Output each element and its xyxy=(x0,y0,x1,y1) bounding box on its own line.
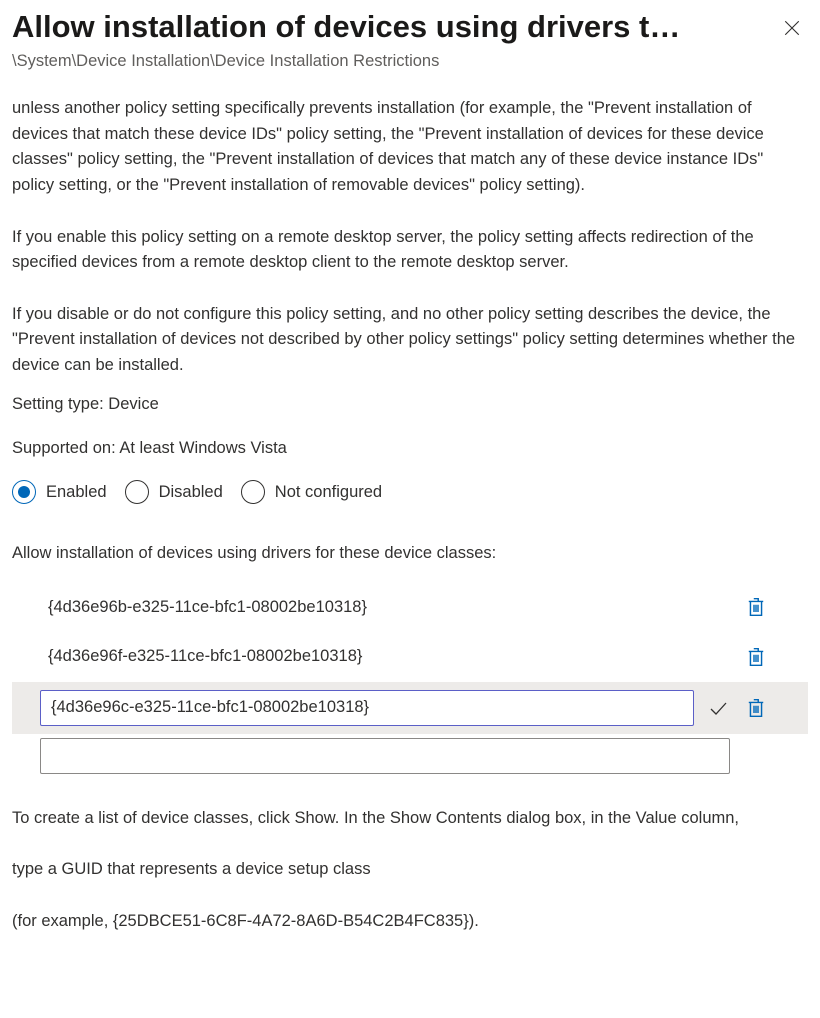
device-classes-list: {4d36e96b-e325-11ce-bfc1-08002be10318} {… xyxy=(12,583,808,778)
device-classes-label: Allow installation of devices using driv… xyxy=(12,541,808,567)
radio-label: Disabled xyxy=(159,480,223,506)
device-class-new-input[interactable] xyxy=(40,738,730,774)
device-classes-row: {4d36e96b-e325-11ce-bfc1-08002be10318} xyxy=(12,583,808,633)
footer-paragraph: type a GUID that represents a device set… xyxy=(12,857,808,883)
footer-help-text: To create a list of device classes, clic… xyxy=(12,806,808,935)
device-classes-row: {4d36e96f-e325-11ce-bfc1-08002be10318} xyxy=(12,632,808,682)
footer-paragraph: To create a list of device classes, clic… xyxy=(12,806,808,832)
radio-icon xyxy=(241,480,265,504)
page-title: Allow installation of devices using driv… xyxy=(12,8,766,47)
check-icon xyxy=(708,698,728,718)
delete-row-button[interactable] xyxy=(742,593,770,621)
radio-label: Enabled xyxy=(46,480,107,506)
close-icon xyxy=(783,19,801,37)
radio-label: Not configured xyxy=(275,480,382,506)
supported-on: Supported on: At least Windows Vista xyxy=(12,436,808,462)
delete-row-button[interactable] xyxy=(742,694,770,722)
description-paragraph: If you disable or do not configure this … xyxy=(12,302,808,379)
trash-icon xyxy=(747,698,765,718)
delete-row-button[interactable] xyxy=(742,643,770,671)
state-radio-group: Enabled Disabled Not configured xyxy=(12,480,808,506)
device-class-value: {4d36e96b-e325-11ce-bfc1-08002be10318} xyxy=(12,589,732,627)
footer-paragraph: (for example, {25DBCE51-6C8F-4A72-8A6D-B… xyxy=(12,909,808,935)
radio-not-configured[interactable]: Not configured xyxy=(241,480,382,506)
radio-icon xyxy=(125,480,149,504)
trash-icon xyxy=(747,597,765,617)
setting-type: Setting type: Device xyxy=(12,392,808,418)
description-paragraph: unless another policy setting specifical… xyxy=(12,96,808,198)
device-class-value: {4d36e96f-e325-11ce-bfc1-08002be10318} xyxy=(12,638,732,676)
device-class-input[interactable] xyxy=(40,690,694,726)
radio-enabled[interactable]: Enabled xyxy=(12,480,107,506)
close-button[interactable] xyxy=(776,12,808,44)
device-classes-row-editing xyxy=(12,682,808,734)
policy-description: unless another policy setting specifical… xyxy=(12,96,808,378)
radio-icon xyxy=(12,480,36,504)
trash-icon xyxy=(747,647,765,667)
breadcrumb: \System\Device Installation\Device Insta… xyxy=(12,49,808,75)
description-paragraph: If you enable this policy setting on a r… xyxy=(12,225,808,276)
radio-disabled[interactable]: Disabled xyxy=(125,480,223,506)
confirm-row-button[interactable] xyxy=(704,694,732,722)
device-classes-row-new xyxy=(12,734,808,778)
